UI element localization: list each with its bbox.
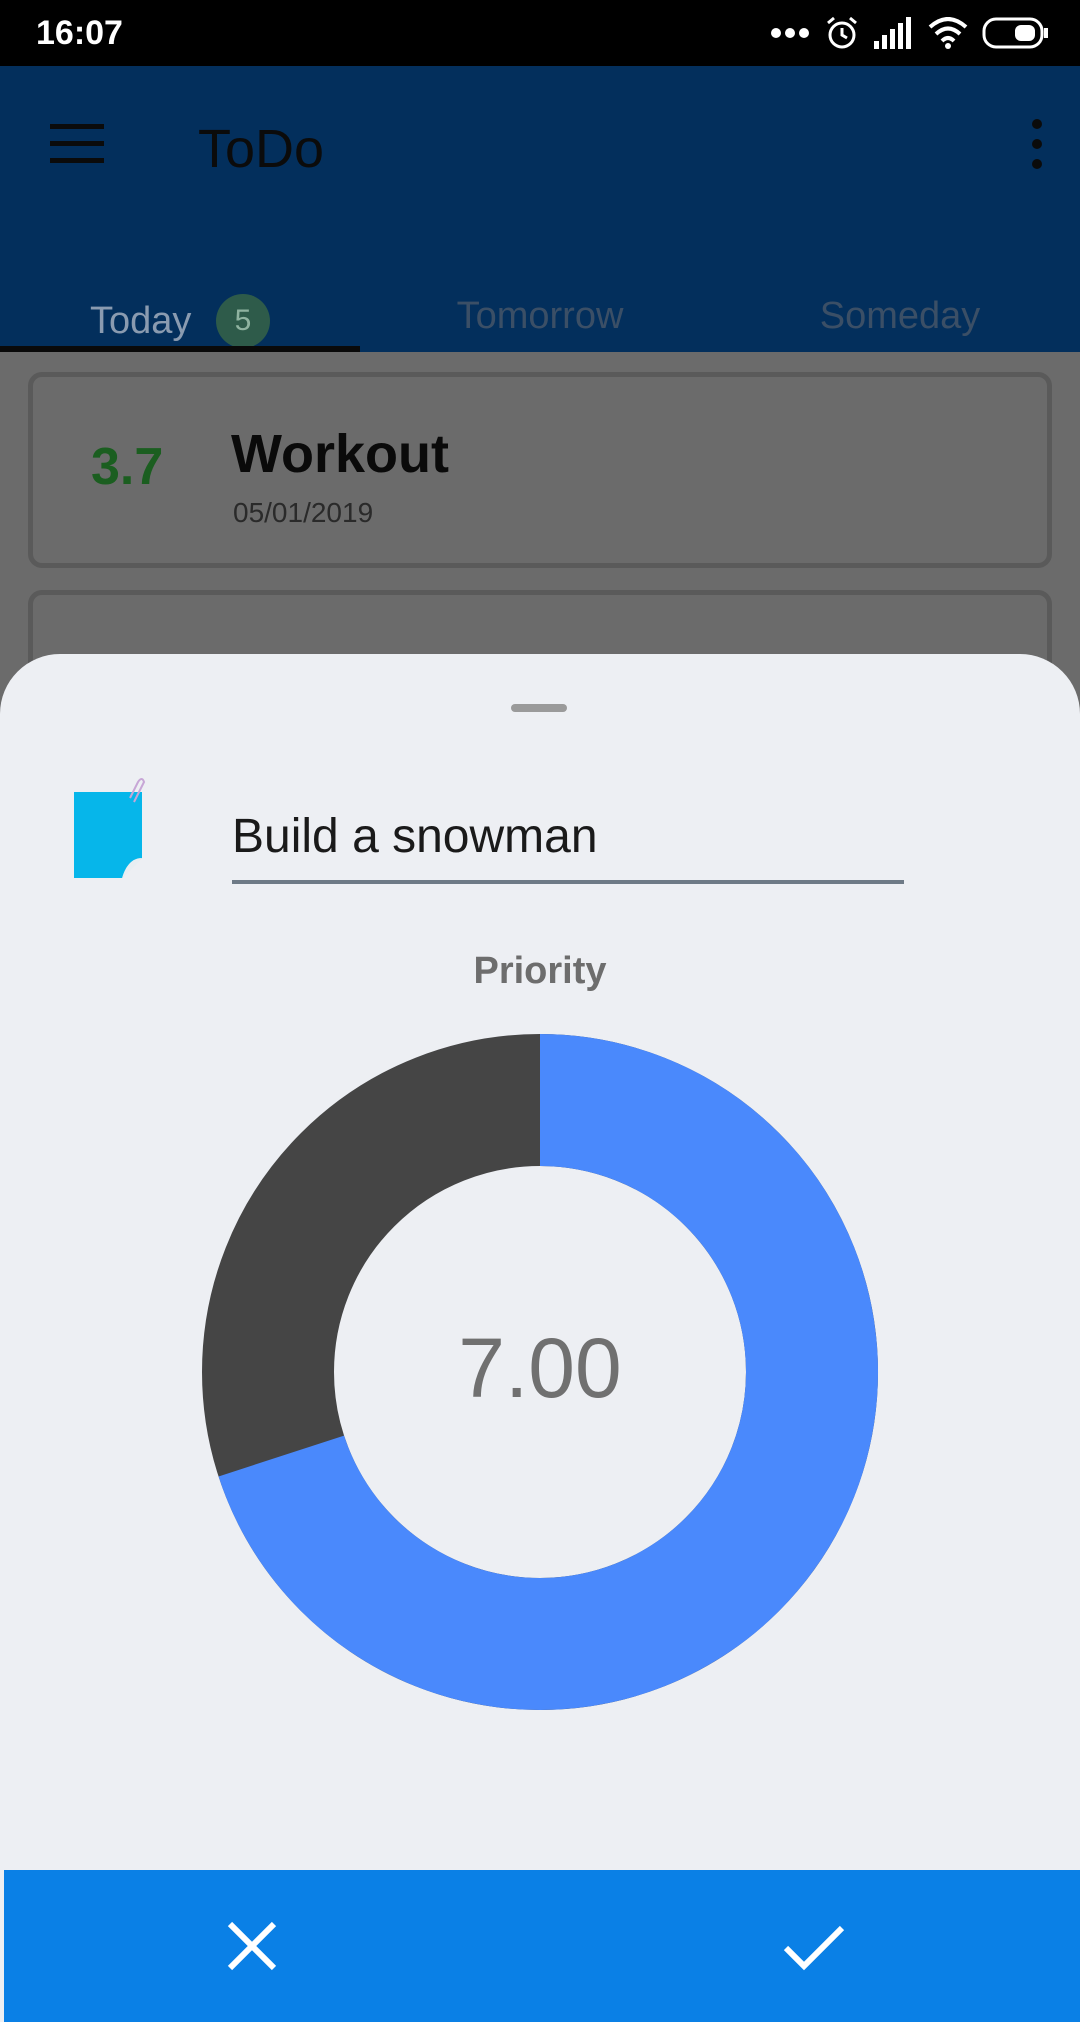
drag-handle[interactable] xyxy=(511,704,567,712)
task-score: 3.7 xyxy=(91,438,164,496)
tab-bar: Today 5 Tomorrow Someday xyxy=(0,266,1080,352)
more-vert-icon[interactable] xyxy=(1024,116,1050,172)
app-bar: ToDo Today 5 Tomorrow Someday xyxy=(0,66,1080,352)
task-name-input[interactable] xyxy=(232,804,904,868)
task-card[interactable]: 3.7 Workout 05/01/2019 xyxy=(28,372,1052,568)
task-title: Workout xyxy=(231,424,449,484)
check-icon[interactable] xyxy=(776,1908,852,1984)
action-bar xyxy=(4,1870,1080,2022)
more-dots-icon xyxy=(771,28,809,38)
input-underline xyxy=(232,880,904,884)
close-icon[interactable] xyxy=(214,1908,290,1984)
tab-someday[interactable]: Someday xyxy=(720,266,1080,352)
alarm-icon xyxy=(827,16,857,49)
sticky-note-icon xyxy=(74,778,146,878)
add-task-sheet: Priority 7.00 xyxy=(0,654,1080,2022)
status-icons xyxy=(770,12,1050,54)
status-time: 16:07 xyxy=(36,14,123,52)
count-badge: 5 xyxy=(215,294,270,348)
battery-icon xyxy=(982,17,1048,49)
app-title: ToDo xyxy=(198,119,325,179)
tab-label: Someday xyxy=(819,295,981,338)
tab-today[interactable]: Today 5 xyxy=(0,266,360,352)
tab-tomorrow[interactable]: Tomorrow xyxy=(360,266,720,352)
tab-label: Tomorrow xyxy=(456,295,624,338)
hamburger-menu-icon[interactable] xyxy=(50,122,106,166)
wifi-icon xyxy=(928,17,968,49)
status-bar: 16:07 xyxy=(0,0,1080,66)
signal-icon xyxy=(874,17,911,49)
tab-label: Today xyxy=(90,299,192,342)
priority-value: 7.00 xyxy=(458,1321,622,1415)
priority-label: Priority xyxy=(473,950,607,992)
task-date: 05/01/2019 xyxy=(233,497,374,528)
